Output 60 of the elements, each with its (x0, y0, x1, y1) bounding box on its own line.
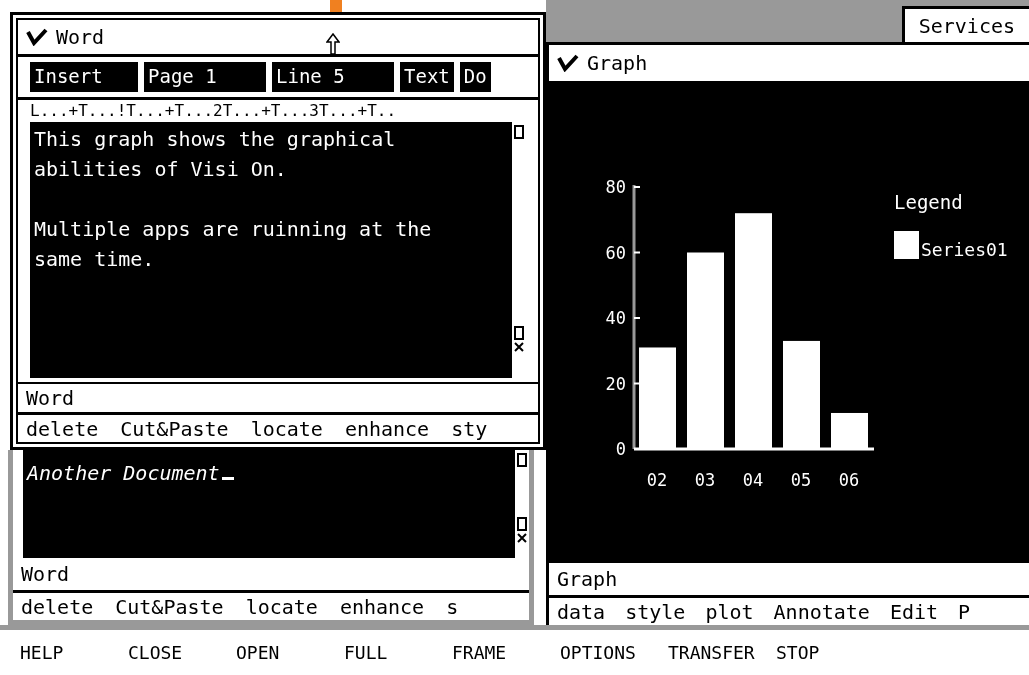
axis-tick-label: 20 (605, 373, 626, 394)
status-field: Insert (30, 61, 138, 92)
window-title: Graph (587, 50, 648, 77)
menu-item[interactable]: Cut&Paste (120, 418, 229, 439)
checkmark-icon (26, 27, 48, 46)
menu-item[interactable]: enhance (344, 418, 430, 439)
axis-tick-label: 03 (694, 470, 716, 490)
command-item[interactable]: FULL (344, 639, 452, 666)
menu-item[interactable]: plot (705, 601, 754, 622)
axis-tick-label: 02 (646, 470, 668, 490)
checkmark-icon (557, 54, 579, 72)
menu-item[interactable]: P (958, 601, 971, 622)
axis-tick-label: 80 (605, 177, 626, 197)
menu-item[interactable]: delete (26, 418, 99, 439)
text-line: Another Document (27, 461, 220, 485)
command-item[interactable]: TRANSFER (668, 639, 776, 666)
menu-item[interactable]: locate (250, 418, 323, 439)
menu-item[interactable]: locate (245, 596, 318, 617)
command-item[interactable]: OPTIONS (560, 639, 668, 666)
services-menu[interactable]: Services (901, 6, 1029, 42)
legend-title: Legend (894, 191, 963, 213)
command-item[interactable]: OPEN (236, 639, 344, 666)
ruler: L...+T...!T...+T...2T...+T...3T...+T.. (29, 99, 398, 122)
status-field: Text (400, 61, 454, 92)
menu-item[interactable]: sty (451, 418, 488, 439)
command-item[interactable]: STOP (776, 639, 884, 666)
window-status-label: Word (26, 385, 75, 412)
text-area[interactable]: Another Document (23, 450, 515, 558)
menu-item[interactable]: delete (21, 596, 94, 617)
menu-item[interactable]: s (446, 596, 459, 617)
menu-item[interactable]: enhance (339, 596, 425, 617)
status-field: Page 1 (144, 61, 266, 92)
status-field: Line 5 (272, 61, 394, 92)
window-status-label: Word (21, 561, 70, 588)
command-item[interactable]: CLOSE (128, 639, 236, 666)
menu-item[interactable]: Cut&Paste (115, 596, 224, 617)
axis-tick-label: 40 (605, 308, 626, 328)
menu-item[interactable]: Annotate (773, 601, 870, 622)
window-title: Word (56, 23, 105, 51)
text-cursor (221, 477, 234, 480)
axis-tick-label: 04 (742, 470, 764, 490)
menu-item[interactable]: style (625, 601, 686, 622)
text-line: This graph shows the graphical (34, 125, 397, 153)
command-item[interactable]: HELP (20, 639, 128, 666)
axis-tick-label: 06 (838, 470, 860, 490)
text-line: same time. (34, 245, 156, 273)
axis-tick-label: 05 (790, 470, 812, 490)
position-marker (330, 0, 342, 12)
bar (831, 413, 868, 449)
status-field: Do (459, 61, 491, 92)
legend-label: Series01 (921, 239, 1008, 260)
axis-tick-label: 0 (615, 439, 626, 459)
window-status-label: Graph (557, 566, 618, 593)
menu-item[interactable]: data (557, 601, 606, 622)
text-line: Multiple apps are ruinning at the (34, 215, 433, 243)
menu-item[interactable]: Edit (889, 601, 939, 622)
command-item[interactable]: FRAME (452, 639, 560, 666)
axis-tick-label: 60 (605, 242, 626, 263)
text-line: abilities of Visi On. (34, 155, 288, 183)
text-area[interactable]: This graph shows the graphical abilities of Visi On. Multiple apps are ruinning at the same time. (30, 121, 512, 378)
